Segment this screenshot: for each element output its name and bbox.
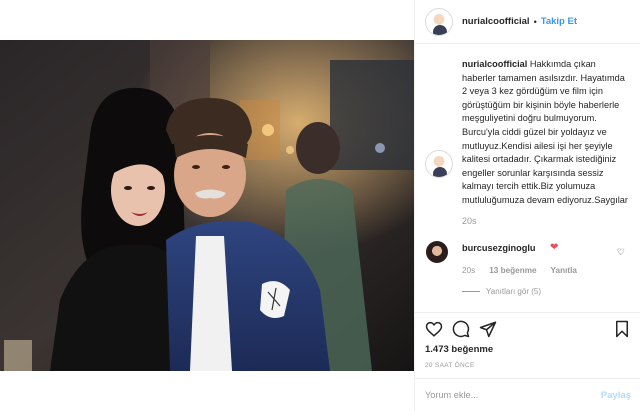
heart-emoji-icon: ❤ bbox=[550, 241, 559, 253]
comment-icon[interactable] bbox=[452, 320, 470, 338]
posted-time[interactable]: 20 SAAT ÖNCE bbox=[425, 362, 475, 369]
header-separator: • bbox=[533, 16, 537, 27]
view-replies-button[interactable]: Yanıtları gör (5) bbox=[462, 287, 541, 296]
post-photo[interactable] bbox=[0, 40, 414, 371]
post-comment-button[interactable]: Paylaş bbox=[601, 390, 631, 401]
comment-input[interactable] bbox=[425, 390, 601, 400]
bookmark-icon[interactable] bbox=[613, 320, 631, 338]
action-icons bbox=[425, 320, 631, 340]
comment-meta: 20s 13 beğenme Yanıtla bbox=[462, 266, 577, 275]
like-comment-icon[interactable]: ♡ bbox=[617, 247, 625, 258]
comment-likes[interactable]: 13 beğenme bbox=[489, 266, 536, 275]
caption-text: nurialcoofficial Hakkımda çıkan haberler… bbox=[462, 58, 631, 208]
post-header: nurialcoofficial • Takip Et bbox=[415, 0, 640, 44]
view-replies-label: Yanıtları gör (5) bbox=[486, 286, 541, 296]
caption-avatar[interactable] bbox=[425, 150, 453, 178]
share-icon[interactable] bbox=[479, 320, 497, 338]
post-sidebar: nurialcoofficial • Takip Et nurialcooffi… bbox=[414, 0, 640, 411]
caption: nurialcoofficial Hakkımda çıkan haberler… bbox=[425, 58, 631, 208]
caption-time[interactable]: 20s bbox=[462, 216, 631, 226]
commenter-username[interactable]: burcusezginoglu bbox=[462, 243, 536, 253]
photo-illustration bbox=[0, 40, 414, 371]
likes-count[interactable]: 1.473 beğenme bbox=[425, 344, 493, 355]
author-avatar[interactable] bbox=[425, 7, 453, 36]
commenter-avatar[interactable] bbox=[426, 240, 448, 263]
add-comment-bar: Paylaş bbox=[415, 378, 640, 411]
caption-body: Hakkımda çıkan haberler tamamen asılsızd… bbox=[462, 59, 628, 205]
comment-row: burcusezginoglu ❤ ♡ 20s 13 beğenme Yanıt… bbox=[425, 238, 631, 298]
comments-section: nurialcoofficial Hakkımda çıkan haberler… bbox=[415, 44, 640, 312]
heart-icon[interactable] bbox=[425, 320, 443, 338]
follow-button[interactable]: Takip Et bbox=[541, 16, 577, 27]
reply-button[interactable]: Yanıtla bbox=[551, 266, 577, 275]
caption-username[interactable]: nurialcoofficial bbox=[462, 59, 527, 69]
comment-time[interactable]: 20s bbox=[462, 266, 475, 275]
photo-panel bbox=[0, 0, 414, 411]
replies-divider bbox=[462, 290, 480, 292]
author-username[interactable]: nurialcoofficial bbox=[462, 16, 530, 27]
